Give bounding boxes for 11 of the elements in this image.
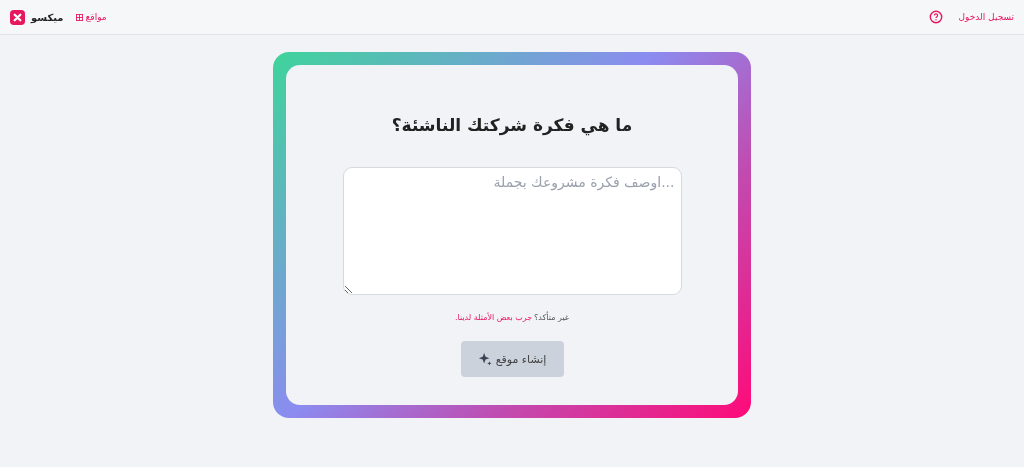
page-title: ما هي فكرة شركتك الناشئة؟ (391, 115, 633, 135)
unsure-text: غير متأكد؟ (534, 313, 570, 322)
grid-icon (75, 13, 83, 21)
sparkle-icon (477, 352, 492, 366)
brand-name[interactable]: ميكسو (31, 11, 64, 23)
examples-link[interactable]: جرب بعض الأمثلة لدينا. (455, 313, 533, 322)
close-logo-icon (10, 9, 25, 25)
login-link[interactable]: تسجيل الدخول (958, 12, 1014, 22)
idea-field[interactable]: ...اوصف فكرة مشروعك بجملة (342, 167, 682, 295)
help-icon[interactable] (928, 10, 943, 24)
sites-link[interactable]: مواقع (75, 12, 107, 22)
